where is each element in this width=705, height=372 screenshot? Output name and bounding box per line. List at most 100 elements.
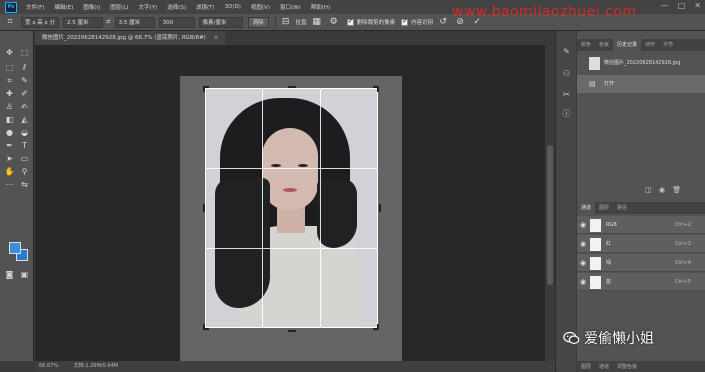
swap-dimensions-button[interactable]: ⇄ bbox=[106, 19, 111, 25]
swap-colors-icon[interactable]: ⇆ bbox=[18, 179, 31, 191]
tab-paths[interactable]: 路径 bbox=[613, 202, 631, 214]
minimize-button[interactable]: — bbox=[661, 1, 669, 10]
pen-tool-icon[interactable]: ✒ bbox=[3, 140, 16, 152]
dodge-tool-icon[interactable]: ◒ bbox=[18, 127, 31, 139]
brush-settings-icon[interactable]: ✎ bbox=[560, 45, 573, 58]
visibility-eye-icon[interactable]: ◉ bbox=[580, 235, 586, 253]
straighten-icon[interactable]: ⊟ bbox=[279, 16, 293, 28]
resolution-input[interactable]: 300 bbox=[158, 16, 195, 28]
menu-file[interactable]: 文件(F) bbox=[26, 3, 44, 11]
document-canvas[interactable] bbox=[180, 76, 402, 361]
content-aware-checkbox[interactable] bbox=[401, 17, 409, 26]
straighten-label[interactable]: 拉直 bbox=[296, 18, 307, 26]
history-brush-icon[interactable]: ✍ bbox=[18, 101, 31, 113]
edit-toolbar-icon[interactable]: ⋯ bbox=[3, 179, 16, 191]
new-snapshot-icon[interactable]: ◉ bbox=[659, 186, 665, 194]
history-step-open[interactable]: ▤ 打开 bbox=[577, 75, 705, 93]
close-window-button[interactable]: ✕ bbox=[694, 1, 701, 10]
tab-character[interactable]: 字符 bbox=[659, 39, 677, 51]
menu-window[interactable]: 窗口(W) bbox=[280, 3, 301, 11]
delete-state-icon[interactable]: 🗑 bbox=[672, 186, 681, 194]
info-icon[interactable]: ⓘ bbox=[560, 107, 573, 120]
close-tab-icon[interactable]: × bbox=[214, 35, 219, 41]
tool-presets-icon[interactable]: ✂ bbox=[560, 88, 573, 101]
lasso-tool-icon[interactable]: ℓ bbox=[18, 62, 31, 74]
crop-handle-bottom-left[interactable] bbox=[203, 324, 209, 330]
shape-tool-icon[interactable]: ▭ bbox=[18, 153, 31, 165]
hand-tool-icon[interactable]: ✋ bbox=[3, 166, 16, 178]
resolution-unit-select[interactable]: 像素/厘米 bbox=[198, 16, 243, 28]
ratio-select[interactable]: 宽 x 高 x 分 bbox=[21, 16, 60, 28]
right-panels: 颜色 色板 历史记录 动作 字符 微信图片_20220628142928.jpg… bbox=[577, 31, 705, 372]
tab-actions[interactable]: 动作 bbox=[641, 39, 659, 51]
screen-mode-icon[interactable]: ▣ bbox=[18, 269, 31, 281]
foreground-color-swatch[interactable] bbox=[9, 242, 21, 254]
scrollbar-thumb[interactable] bbox=[547, 145, 553, 285]
channel-row-green[interactable]: ◉ 绿 Ctrl+4 bbox=[577, 254, 705, 272]
menu-3d[interactable]: 3D(D) bbox=[225, 4, 241, 10]
menu-view[interactable]: 视图(V) bbox=[251, 3, 270, 11]
crop-tool-icon[interactable]: ⌗ bbox=[3, 75, 16, 87]
move-tool-icon[interactable]: ✥ bbox=[3, 47, 16, 59]
visibility-eye-icon[interactable]: ◉ bbox=[580, 273, 586, 291]
artboard-tool-icon[interactable]: ⬚ bbox=[18, 47, 31, 59]
paint-bucket-icon[interactable]: ◭ bbox=[18, 114, 31, 126]
vertical-scrollbar[interactable] bbox=[545, 45, 555, 361]
brush-tool-icon[interactable]: ✐ bbox=[18, 88, 31, 100]
reset-icon[interactable]: ↺ bbox=[436, 16, 450, 28]
quick-mask-icon[interactable]: ◙ bbox=[3, 269, 16, 281]
new-document-from-state-icon[interactable]: ◫ bbox=[645, 186, 652, 194]
settings-gear-icon[interactable]: ⚙ bbox=[327, 16, 341, 28]
visibility-eye-icon[interactable]: ◉ bbox=[580, 254, 586, 272]
menu-filter[interactable]: 滤镜(T) bbox=[196, 3, 215, 11]
menu-select[interactable]: 选择(S) bbox=[167, 3, 186, 11]
tab-swatches[interactable]: 色板 bbox=[595, 39, 613, 51]
crop-handle-bottom[interactable] bbox=[288, 326, 296, 332]
tab-bottom-channels[interactable]: 通道 bbox=[595, 361, 613, 372]
marquee-tool-icon[interactable]: ⬚ bbox=[3, 62, 16, 74]
delete-cropped-pixels-checkbox[interactable] bbox=[346, 17, 354, 26]
tab-bottom-adjust[interactable]: 调整色板 bbox=[613, 361, 641, 372]
clone-source-icon[interactable]: ⚇ bbox=[560, 67, 573, 80]
tab-channels[interactable]: 通道 bbox=[577, 202, 596, 214]
overlay-grid-icon[interactable]: ▦ bbox=[310, 16, 324, 28]
history-snapshot[interactable]: 微信图片_20220628142928.jpg bbox=[577, 54, 705, 72]
zoom-level[interactable]: 66.67% bbox=[39, 363, 58, 369]
document-tab[interactable]: 微信图片_20220628142928.jpg @ 66.7% (蓝底照片, R… bbox=[35, 31, 225, 45]
crop-tool-preset-icon[interactable]: ⌗ bbox=[3, 16, 17, 28]
history-state-icon: ▤ bbox=[589, 80, 596, 88]
channel-row-red[interactable]: ◉ 红 Ctrl+3 bbox=[577, 235, 705, 253]
eyedropper-tool-icon[interactable]: ✎ bbox=[18, 75, 31, 87]
type-tool-icon[interactable]: T bbox=[18, 140, 31, 152]
crop-box[interactable] bbox=[205, 88, 378, 328]
healing-brush-icon[interactable]: ✚ bbox=[3, 88, 16, 100]
crop-handle-top-left[interactable] bbox=[203, 86, 209, 92]
menu-edit[interactable]: 编辑(E) bbox=[54, 3, 73, 11]
tab-color[interactable]: 颜色 bbox=[577, 39, 595, 51]
channel-row-rgb[interactable]: ◉ RGB Ctrl+2 bbox=[577, 216, 705, 234]
tab-bottom-layers[interactable]: 图层 bbox=[577, 361, 595, 372]
crop-handle-top[interactable] bbox=[288, 86, 296, 92]
menu-layer[interactable]: 图层(L) bbox=[110, 3, 128, 11]
visibility-eye-icon[interactable]: ◉ bbox=[580, 216, 586, 234]
clone-stamp-icon[interactable]: ♙ bbox=[3, 101, 16, 113]
menu-type[interactable]: 文字(Y) bbox=[139, 3, 158, 11]
menu-image[interactable]: 图像(I) bbox=[83, 3, 100, 11]
crop-height-input[interactable]: 3.5 厘米 bbox=[114, 16, 155, 28]
zoom-tool-icon[interactable]: ⚲ bbox=[18, 166, 31, 178]
blur-tool-icon[interactable]: ● bbox=[3, 127, 16, 139]
tab-history[interactable]: 历史记录 bbox=[613, 39, 642, 51]
eraser-tool-icon[interactable]: ◧ bbox=[3, 114, 16, 126]
clear-button[interactable]: 清除 bbox=[247, 16, 269, 28]
path-selection-icon[interactable]: ➤ bbox=[3, 153, 16, 165]
crop-handle-left[interactable] bbox=[203, 204, 209, 212]
menu-help[interactable]: 帮助(H) bbox=[311, 3, 330, 11]
crop-handle-right[interactable] bbox=[375, 204, 381, 212]
tab-layers[interactable]: 图层 bbox=[595, 202, 613, 214]
crop-width-input[interactable]: 2.5 厘米 bbox=[63, 16, 104, 28]
crop-handle-top-right[interactable] bbox=[373, 86, 379, 92]
maximize-button[interactable]: □ bbox=[678, 1, 686, 10]
channel-row-blue[interactable]: ◉ 蓝 Ctrl+5 bbox=[577, 273, 705, 291]
canvas-area[interactable] bbox=[35, 45, 545, 361]
crop-handle-bottom-right[interactable] bbox=[373, 324, 379, 330]
